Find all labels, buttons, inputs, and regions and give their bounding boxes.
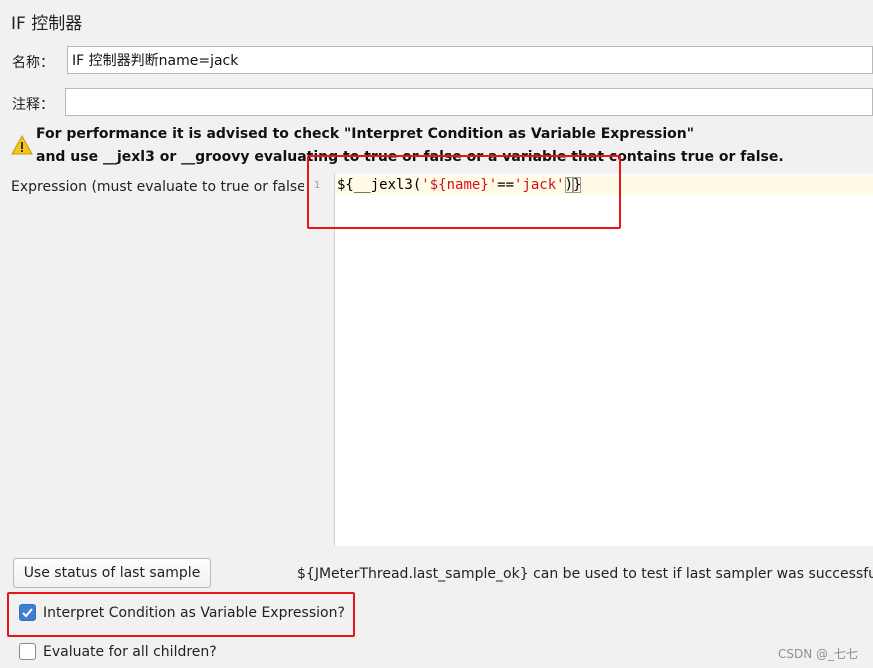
name-label: 名称： xyxy=(12,55,54,71)
name-input[interactable] xyxy=(67,46,873,74)
use-status-button[interactable]: Use status of last sample xyxy=(13,558,211,588)
panel-title: IF 控制器 xyxy=(11,14,83,34)
expression-label: Expression (must evaluate to true or fal… xyxy=(11,179,312,195)
evaluate-all-checkbox[interactable] xyxy=(19,643,36,660)
warning-triangle-icon xyxy=(11,134,33,155)
warning-text-line1: For performance it is advised to check "… xyxy=(36,126,695,142)
comment-label: 注释： xyxy=(12,97,54,113)
watermark: CSDN @_七七 xyxy=(778,647,859,661)
annotation-box-interpret xyxy=(7,592,355,637)
expression-editor[interactable] xyxy=(334,174,873,546)
last-sample-hint: ${JMeterThread.last_sample_ok} can be us… xyxy=(297,566,873,582)
evaluate-all-checkbox-label[interactable]: Evaluate for all children? xyxy=(43,644,217,660)
editor-gutter xyxy=(304,174,334,546)
annotation-box-expression xyxy=(307,155,621,229)
comment-input[interactable] xyxy=(65,88,873,116)
